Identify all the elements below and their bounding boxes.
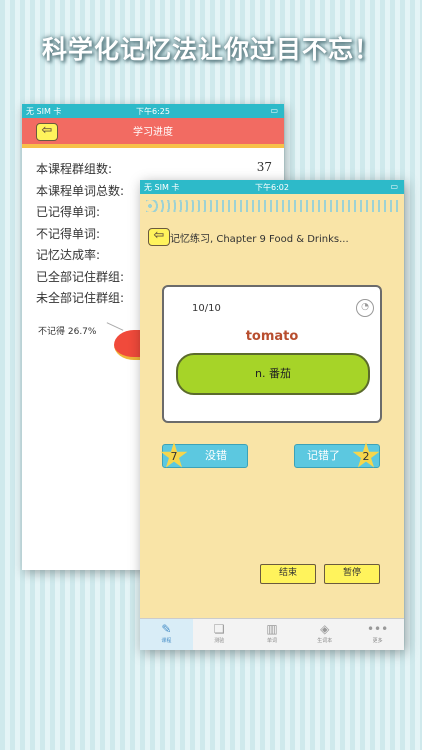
status-time: 下午6:02 xyxy=(255,183,289,192)
pencil-icon: ✎ xyxy=(161,622,172,636)
status-time: 下午6:25 xyxy=(136,107,170,116)
stat-label: 未全部记住群组: xyxy=(36,291,125,305)
tab-bar: ✎ 课程 ❏ 测验 ▥ 单词 ◈ 生词本 ••• 更多 xyxy=(140,618,404,650)
word-card: 10/10 ◔ tomato n. 番茄 xyxy=(162,285,382,423)
back-arrow-icon[interactable]: ⇦ xyxy=(36,123,58,141)
stat-label: 记忆达成率: xyxy=(36,248,101,262)
tab-label: 课程 xyxy=(161,638,172,644)
pie-label: 不记得 26.7% xyxy=(38,327,97,337)
more-icon: ••• xyxy=(366,622,389,636)
practice-screen: 无 SIM 卡 下午6:02 ▭ ⇦ 记忆练习, Chapter 9 Food … xyxy=(140,180,404,650)
tab-label: 单词 xyxy=(266,638,277,644)
tab-more[interactable]: ••• 更多 xyxy=(351,619,404,650)
stat-row: 本课程群组数: 37 xyxy=(36,160,272,182)
tab-words[interactable]: ▥ 单词 xyxy=(246,619,299,650)
wave-decoration xyxy=(146,200,398,212)
nav-bar: ⇦ 学习进度 xyxy=(22,118,284,148)
stat-label: 已全部记住群组: xyxy=(36,269,125,284)
headline: 科学化记忆法让你过目不忘！ xyxy=(41,35,380,64)
book-icon: ▥ xyxy=(266,622,278,636)
nav-title: 学习进度 xyxy=(133,127,173,138)
practice-panel: ⇦ 记忆练习, Chapter 9 Food & Drinks... 10/10… xyxy=(140,194,404,618)
speaker-icon[interactable]: ◔ xyxy=(356,299,374,317)
back-arrow-icon[interactable]: ⇦ xyxy=(148,228,170,246)
status-bar: 无 SIM 卡 下午6:25 ▭ xyxy=(22,104,284,118)
stat-label: 不记得单词: xyxy=(36,226,101,241)
tab-label: 生词本 xyxy=(317,638,333,644)
progress-count: 10/10 xyxy=(192,303,221,314)
quiz-icon: ❏ xyxy=(213,622,225,636)
word: tomato xyxy=(245,329,299,344)
tab-course[interactable]: ✎ 课程 xyxy=(140,619,193,650)
meaning-bone[interactable]: n. 番茄 xyxy=(176,353,370,395)
tab-label: 测验 xyxy=(214,638,225,644)
practice-title: 记忆练习, Chapter 9 Food & Drinks... xyxy=(170,234,349,245)
battery-icon: ▭ xyxy=(270,106,278,115)
tab-quiz[interactable]: ❏ 测验 xyxy=(193,619,246,650)
battery-icon: ▭ xyxy=(390,182,398,191)
stat-label: 本课程群组数: xyxy=(36,162,113,176)
pause-button[interactable]: 暂停 xyxy=(324,564,380,584)
tag-icon: ◈ xyxy=(320,622,330,636)
status-bar: 无 SIM 卡 下午6:02 ▭ xyxy=(140,180,404,194)
tab-vocab[interactable]: ◈ 生词本 xyxy=(298,619,351,650)
stat-value: 37 xyxy=(256,160,272,174)
end-button[interactable]: 结束 xyxy=(260,564,316,584)
pie-leader-line xyxy=(106,322,124,331)
stat-label: 本课程单词总数: xyxy=(36,183,125,198)
tab-label: 更多 xyxy=(372,638,383,644)
stat-label: 已记得单词: xyxy=(36,205,101,219)
